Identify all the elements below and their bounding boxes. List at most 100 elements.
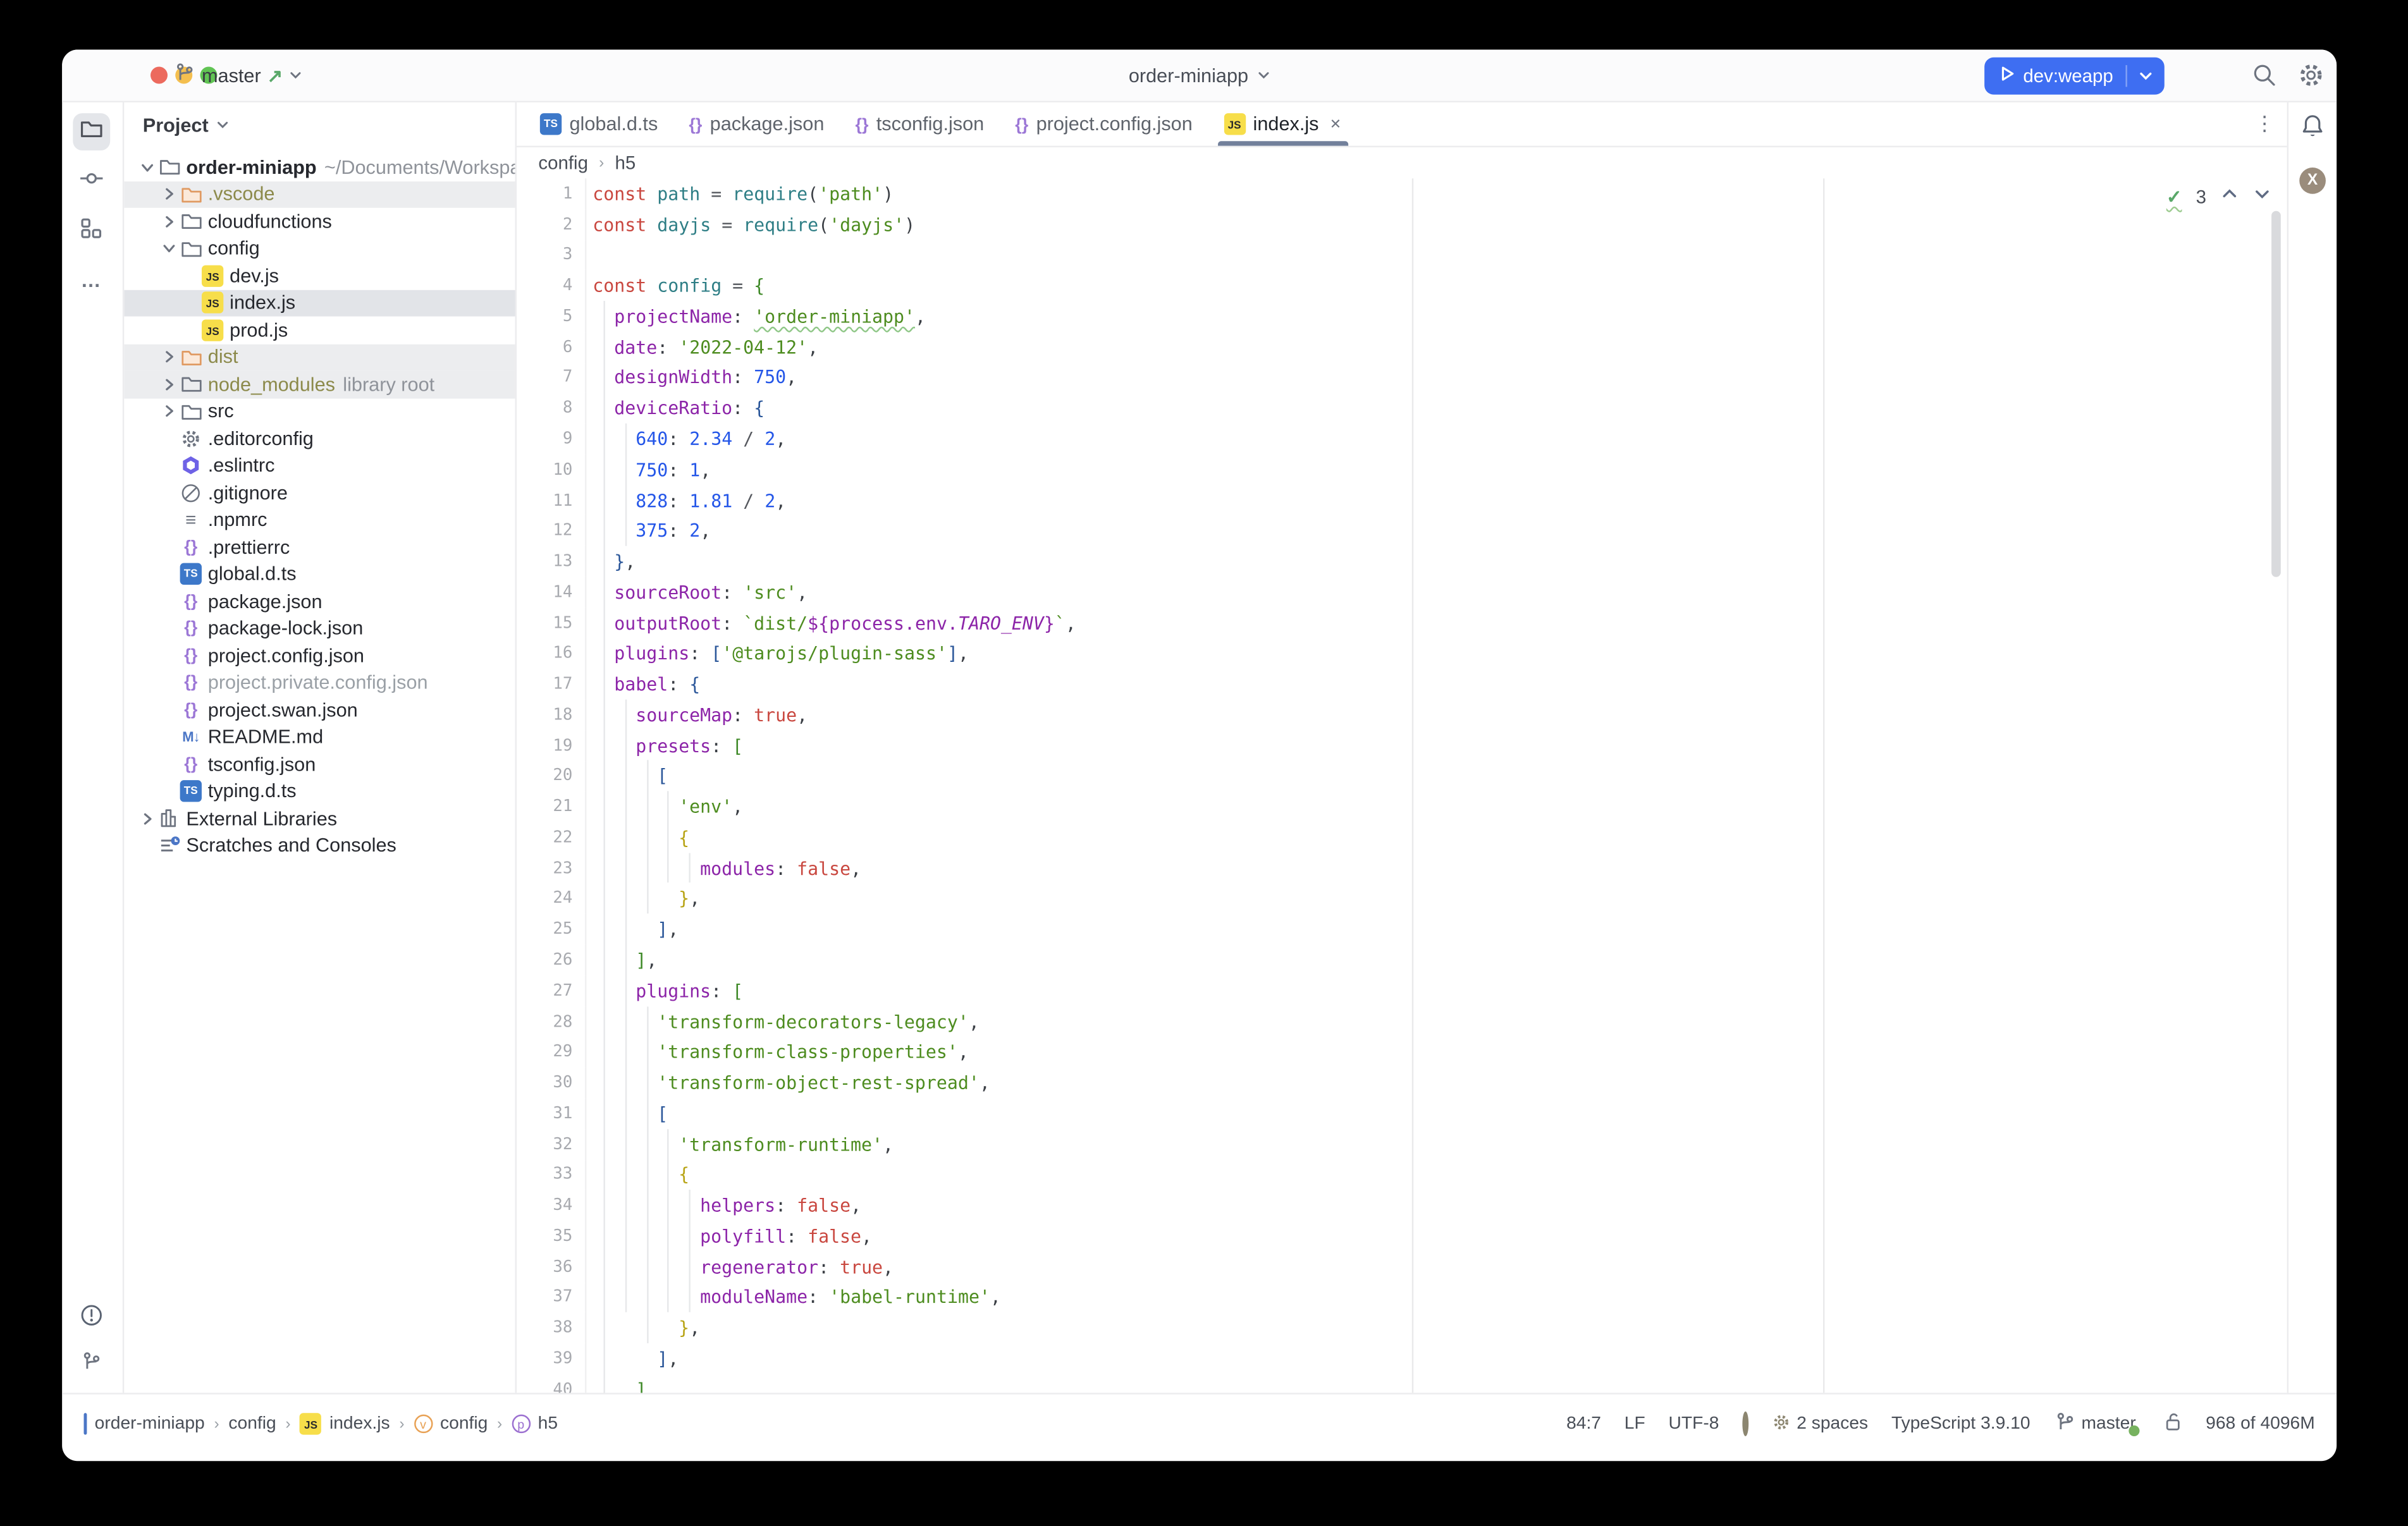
tree-item-.npmrc[interactable]: ≡.npmrc <box>124 506 515 534</box>
code-line[interactable]: 40 ], <box>517 1374 2287 1393</box>
code-line[interactable]: 12 375: 2, <box>517 516 2287 546</box>
tree-item-package-lock.json[interactable]: {}package-lock.json <box>124 615 515 642</box>
chevron-right-icon[interactable] <box>138 811 156 827</box>
code-line[interactable]: 23 modules: false, <box>517 853 2287 883</box>
tree-item-project.config.json[interactable]: {}project.config.json <box>124 642 515 669</box>
code-line[interactable]: 30 'transform-object-rest-spread', <box>517 1068 2287 1098</box>
code-line[interactable]: 14 sourceRoot: 'src', <box>517 577 2287 607</box>
status-file-encoding[interactable]: UTF-8 <box>1669 1415 1719 1433</box>
tree-item-typing.d.ts[interactable]: TStyping.d.ts <box>124 778 515 805</box>
code-line[interactable]: 16 plugins: ['@tarojs/plugin-sass'], <box>517 638 2287 669</box>
tab-index.js[interactable]: JSindex.js✕ <box>1208 102 1356 146</box>
chevron-right-icon[interactable] <box>160 377 178 393</box>
status-crumb-order-miniapp[interactable]: order-miniapp <box>83 1415 204 1433</box>
tree-item-package.json[interactable]: {}package.json <box>124 588 515 615</box>
tree-item-.prettierrc[interactable]: {}.prettierrc <box>124 534 515 561</box>
tree-item-order-miniapp[interactable]: order-miniapp~/Documents/Workspace/ <box>124 154 515 181</box>
code-line[interactable]: 28 'transform-decorators-legacy', <box>517 1006 2287 1037</box>
code-line[interactable]: 11 828: 1.81 / 2, <box>517 485 2287 515</box>
tree-item-.vscode[interactable]: .vscode <box>124 181 515 208</box>
code-line[interactable]: 1const path = require('path') <box>517 178 2287 209</box>
close-tab-icon[interactable]: ✕ <box>1330 116 1342 133</box>
tree-item-index.js[interactable]: JSindex.js <box>124 290 515 317</box>
chevron-right-icon[interactable] <box>160 186 178 202</box>
code-line[interactable]: 25 ], <box>517 914 2287 944</box>
tree-item-README.md[interactable]: M↓README.md <box>124 724 515 751</box>
code-line[interactable]: 19 presets: [ <box>517 730 2287 760</box>
code-line[interactable]: 10 750: 1, <box>517 455 2287 485</box>
chevron-right-icon[interactable] <box>160 404 178 420</box>
tree-item-src[interactable]: src <box>124 398 515 425</box>
tree-item-project.swan.json[interactable]: {}project.swan.json <box>124 697 515 724</box>
notifications-icon[interactable] <box>2299 113 2326 147</box>
code-line[interactable]: 3 <box>517 240 2287 270</box>
activity-problems-button[interactable] <box>73 1300 110 1337</box>
code-line[interactable]: 24 }, <box>517 884 2287 914</box>
settings-button[interactable] <box>2298 62 2325 89</box>
code-line[interactable]: 36 regenerator: true, <box>517 1252 2287 1282</box>
code-line[interactable]: 37 moduleName: 'babel-runtime', <box>517 1282 2287 1312</box>
tree-item-project.private.config.json[interactable]: {}project.private.config.json <box>124 669 515 697</box>
status-crumb-config[interactable]: vconfig <box>414 1415 488 1433</box>
breadcrumb-item-h5[interactable]: h5 <box>615 152 636 173</box>
code-line[interactable]: 22 { <box>517 822 2287 853</box>
plugin-x-icon[interactable]: X <box>2299 168 2326 194</box>
code-line[interactable]: 27 plugins: [ <box>517 975 2287 1006</box>
chevron-right-icon[interactable] <box>160 350 178 365</box>
code-line[interactable]: 8 deviceRatio: { <box>517 393 2287 424</box>
code-line[interactable]: 18 sourceMap: true, <box>517 700 2287 730</box>
code-line[interactable]: 34 helpers: false, <box>517 1190 2287 1221</box>
activity-project-button[interactable] <box>73 113 110 150</box>
tree-item-External Libraries[interactable]: External Libraries <box>124 805 515 832</box>
tab-tsconfig.json[interactable]: {}tsconfig.json <box>840 102 1000 146</box>
next-problem-chevron[interactable] <box>2253 185 2271 208</box>
tree-item-Scratches and Consoles[interactable]: Scratches and Consoles <box>124 832 515 859</box>
code-line[interactable]: 33 { <box>517 1159 2287 1190</box>
status-crumb-index.js[interactable]: JSindex.js <box>300 1413 390 1434</box>
tree-item-node_modules[interactable]: node_moduleslibrary root <box>124 370 515 398</box>
code-line[interactable]: 38 }, <box>517 1313 2287 1343</box>
code-line[interactable]: 2const dayjs = require('dayjs') <box>517 209 2287 240</box>
search-everywhere-button[interactable] <box>2251 62 2278 89</box>
tree-item-.gitignore[interactable]: .gitignore <box>124 479 515 506</box>
chevron-down-icon[interactable] <box>138 159 156 175</box>
tree-item-dist[interactable]: dist <box>124 343 515 370</box>
chevron-right-icon[interactable] <box>160 214 178 229</box>
breadcrumb-item-config[interactable]: config <box>538 152 588 173</box>
code-line[interactable]: 32 'transform-runtime', <box>517 1129 2287 1159</box>
status-readonly-toggle[interactable] <box>2162 1412 2182 1436</box>
tab-project.config.json[interactable]: {}project.config.json <box>1000 102 1208 146</box>
code-line[interactable]: 4const config = { <box>517 271 2287 301</box>
status-memory-indicator[interactable]: 968 of 4096M <box>2206 1415 2315 1433</box>
code-line[interactable]: 15 outputRoot: `dist/${process.env.TARO_… <box>517 607 2287 638</box>
code-line[interactable]: 20 [ <box>517 761 2287 791</box>
run-button[interactable]: dev:weapp <box>1984 57 2165 94</box>
tab-package.json[interactable]: {}package.json <box>673 102 840 146</box>
code-line[interactable]: 31 [ <box>517 1098 2287 1128</box>
editor-scrollbar[interactable] <box>2271 211 2281 577</box>
code-line[interactable]: 9 640: 2.34 / 2, <box>517 424 2287 454</box>
code-line[interactable]: 29 'transform-class-properties', <box>517 1037 2287 1067</box>
status-git-branch[interactable]: master <box>2053 1411 2139 1437</box>
code-line[interactable]: 5 projectName: 'order-miniapp', <box>517 301 2287 331</box>
tab-options-kebab-icon[interactable]: ⋮ <box>2254 112 2275 137</box>
code-line[interactable]: 35 polyfill: false, <box>517 1221 2287 1251</box>
tree-item-cloudfunctions[interactable]: cloudfunctions <box>124 208 515 235</box>
tree-item-config[interactable]: config <box>124 235 515 262</box>
code-line[interactable]: 7 designWidth: 750, <box>517 362 2287 393</box>
code-line[interactable]: 17 babel: { <box>517 669 2287 699</box>
code-line[interactable]: 26 ], <box>517 945 2287 975</box>
run-options-chevron[interactable] <box>2127 68 2165 83</box>
status-crumb-h5[interactable]: ph5 <box>512 1415 558 1433</box>
tree-item-dev.js[interactable]: JSdev.js <box>124 262 515 290</box>
code-line[interactable]: 21 'env', <box>517 791 2287 822</box>
inspections-widget[interactable]: ✓ 3 <box>2166 185 2271 208</box>
code-line[interactable]: 13 }, <box>517 546 2287 577</box>
status-crumb-config[interactable]: config <box>228 1415 276 1433</box>
activity-commit-button[interactable] <box>73 163 110 200</box>
status-highlighting-level[interactable] <box>1742 1415 1748 1433</box>
activity-version-control-button[interactable] <box>73 1346 110 1384</box>
tree-item-tsconfig.json[interactable]: {}tsconfig.json <box>124 751 515 778</box>
code-editor[interactable]: 1const path = require('path')2const dayj… <box>517 178 2287 1393</box>
tab-global.d.ts[interactable]: TSglobal.d.ts <box>524 102 673 146</box>
